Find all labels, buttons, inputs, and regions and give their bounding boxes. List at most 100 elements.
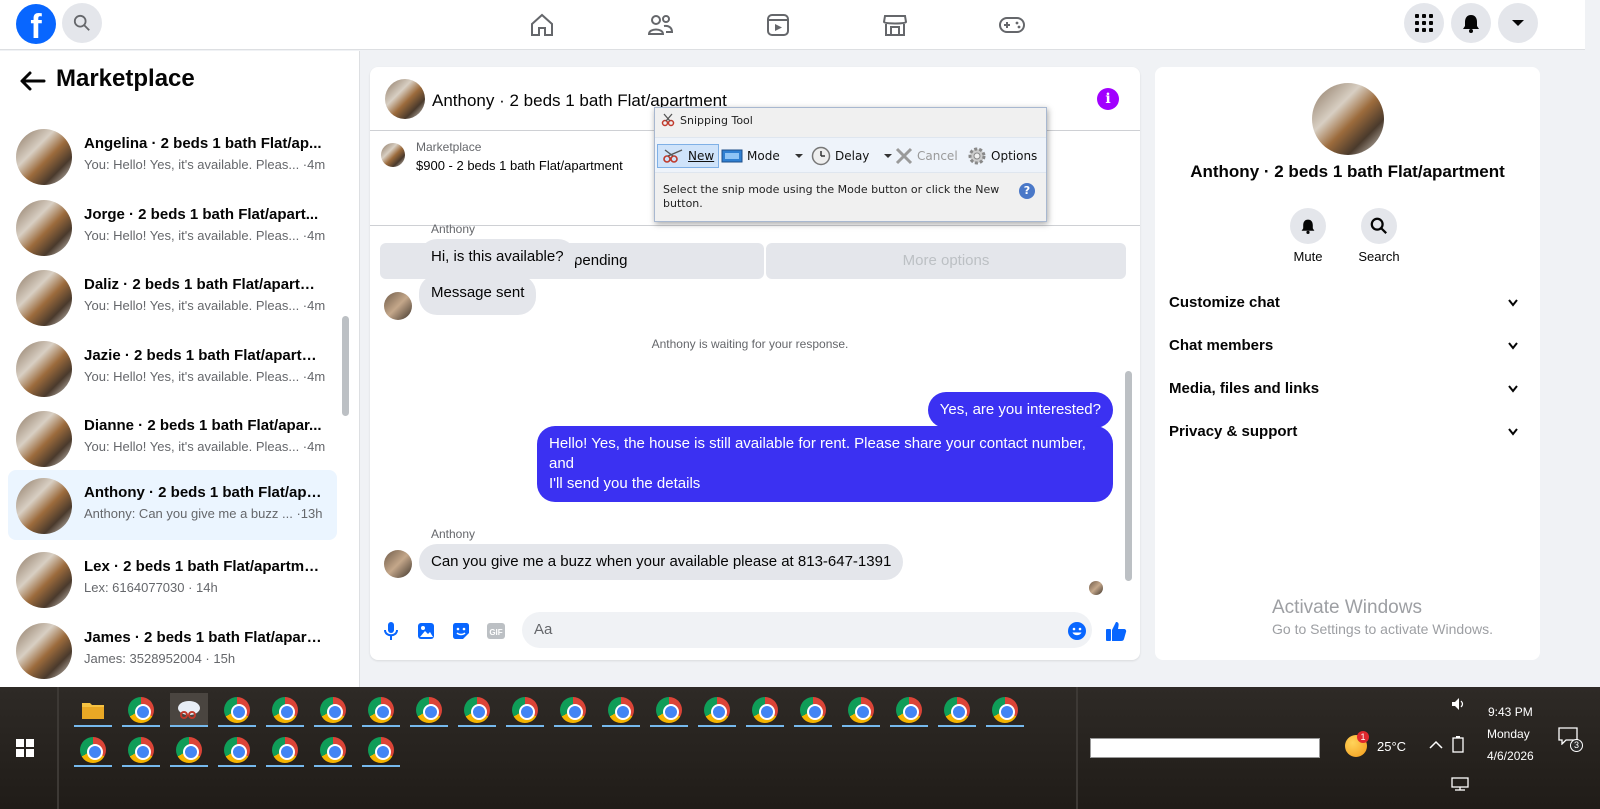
info-icon[interactable]: i bbox=[1097, 88, 1119, 110]
conversation-item[interactable]: Angelina · 2 beds 1 bath Flat/ap... You:… bbox=[8, 121, 337, 191]
chrome-icon bbox=[896, 697, 922, 723]
clock-time[interactable]: 9:43 PM bbox=[1488, 705, 1533, 719]
gear-icon bbox=[968, 147, 986, 165]
chrome-taskbar-button[interactable] bbox=[314, 693, 352, 727]
scrollbar-thumb[interactable] bbox=[1125, 371, 1132, 581]
search-button[interactable] bbox=[62, 3, 102, 43]
like-button[interactable] bbox=[1105, 620, 1127, 642]
listing-title[interactable]: $900 - 2 beds 1 bath Flat/apartment bbox=[416, 158, 623, 173]
message-input[interactable]: Aa bbox=[522, 612, 1092, 648]
options-button[interactable]: Options bbox=[967, 144, 1037, 168]
message-incoming: Can you give me a buzz when your availab… bbox=[419, 544, 904, 580]
chrome-taskbar-button[interactable] bbox=[266, 693, 304, 727]
photo-button[interactable] bbox=[415, 620, 437, 642]
avatar[interactable] bbox=[385, 79, 425, 119]
more-options-button[interactable]: More options bbox=[766, 243, 1126, 279]
new-snip-button[interactable]: New bbox=[657, 144, 720, 168]
gif-button[interactable]: GIF bbox=[485, 620, 507, 642]
chrome-taskbar-button[interactable] bbox=[842, 693, 880, 727]
gaming-tab[interactable] bbox=[997, 10, 1027, 40]
running-indicator bbox=[938, 725, 976, 727]
battery-icon[interactable] bbox=[1451, 735, 1465, 753]
notifications-button[interactable] bbox=[1451, 3, 1491, 43]
chrome-taskbar-button[interactable] bbox=[554, 693, 592, 727]
chrome-taskbar-button[interactable] bbox=[122, 733, 160, 767]
conversation-item[interactable]: James · 2 beds 1 bath Flat/apart... Jame… bbox=[8, 615, 337, 685]
account-button[interactable] bbox=[1498, 3, 1538, 43]
message-incoming: Hi, is this available? bbox=[419, 239, 576, 275]
chrome-taskbar-button[interactable] bbox=[890, 693, 928, 727]
mute-button[interactable] bbox=[1290, 208, 1326, 244]
chrome-taskbar-button[interactable] bbox=[506, 693, 544, 727]
menu-button[interactable] bbox=[1404, 3, 1444, 43]
sender-avatar[interactable] bbox=[384, 550, 412, 578]
back-arrow-icon[interactable] bbox=[18, 69, 46, 93]
delay-button[interactable]: Delay bbox=[811, 144, 893, 168]
chrome-taskbar-button[interactable] bbox=[650, 693, 688, 727]
taskbar-search-box[interactable] bbox=[1090, 738, 1320, 758]
conversation-item[interactable]: Lex · 2 beds 1 bath Flat/apartment Lex: … bbox=[8, 544, 337, 614]
weather-temperature[interactable]: 25°C bbox=[1377, 739, 1406, 754]
sender-avatar[interactable] bbox=[384, 292, 412, 320]
options-label: Options bbox=[991, 149, 1038, 163]
chrome-taskbar-button[interactable] bbox=[218, 693, 256, 727]
chrome-taskbar-button[interactable] bbox=[602, 693, 640, 727]
profile-avatar[interactable] bbox=[1312, 83, 1384, 155]
media-files-links-section[interactable]: Media, files and links bbox=[1169, 369, 1525, 409]
scrollbar-thumb[interactable] bbox=[342, 316, 349, 416]
privacy-support-section[interactable]: Privacy & support bbox=[1169, 412, 1525, 452]
chat-scrollbar[interactable] bbox=[1121, 227, 1135, 597]
listing-thumbnail[interactable] bbox=[381, 143, 405, 167]
chrome-taskbar-button[interactable] bbox=[410, 693, 448, 727]
profile-badge-icon bbox=[762, 707, 774, 719]
clock-date[interactable]: 4/6/2026 bbox=[1487, 749, 1534, 763]
speaker-icon[interactable] bbox=[1451, 697, 1467, 711]
cancel-button[interactable]: Cancel bbox=[895, 144, 958, 168]
profile-badge-icon bbox=[330, 707, 342, 719]
file-explorer-button[interactable] bbox=[74, 693, 112, 727]
conversation-item[interactable]: Dianne · 2 beds 1 bath Flat/apar... You:… bbox=[8, 403, 337, 473]
snipping-tool-window[interactable]: Snipping Tool New Mode Delay Cancel Opti… bbox=[654, 107, 1047, 222]
conversation-list-scrollbar[interactable] bbox=[340, 101, 350, 667]
mode-button[interactable]: Mode bbox=[721, 144, 804, 168]
emoji-button[interactable] bbox=[1066, 620, 1088, 642]
chrome-taskbar-button[interactable] bbox=[362, 733, 400, 767]
snipping-tool-taskbar-button[interactable] bbox=[170, 693, 208, 727]
conversation-item[interactable]: Daliz · 2 beds 1 bath Flat/apartm... You… bbox=[8, 262, 337, 332]
chrome-taskbar-button[interactable] bbox=[458, 693, 496, 727]
chrome-taskbar-button[interactable] bbox=[218, 733, 256, 767]
profile-badge-icon bbox=[522, 707, 534, 719]
chrome-taskbar-button[interactable] bbox=[938, 693, 976, 727]
windows-start-icon[interactable] bbox=[16, 739, 34, 757]
chevron-up-icon[interactable] bbox=[1429, 740, 1443, 750]
section-label: Privacy & support bbox=[1169, 423, 1298, 440]
chrome-taskbar-button[interactable] bbox=[698, 693, 736, 727]
network-icon[interactable] bbox=[1451, 777, 1469, 791]
home-tab[interactable] bbox=[527, 10, 557, 40]
watch-tab[interactable] bbox=[763, 10, 793, 40]
facebook-logo[interactable]: f bbox=[16, 4, 56, 44]
clock-day[interactable]: Monday bbox=[1487, 727, 1530, 741]
voice-clip-button[interactable] bbox=[380, 620, 402, 642]
chrome-taskbar-button[interactable] bbox=[170, 733, 208, 767]
marketplace-tab[interactable] bbox=[880, 10, 910, 40]
chat-members-section[interactable]: Chat members bbox=[1169, 326, 1525, 366]
chrome-taskbar-button[interactable] bbox=[746, 693, 784, 727]
page-scrollbar[interactable] bbox=[1585, 0, 1600, 687]
customize-chat-section[interactable]: Customize chat bbox=[1169, 283, 1525, 323]
sticker-button[interactable] bbox=[450, 620, 472, 642]
snipping-tool-titlebar[interactable]: Snipping Tool bbox=[661, 113, 753, 127]
conversation-item-active[interactable]: Anthony · 2 beds 1 bath Flat/apa... Anth… bbox=[8, 470, 337, 540]
chrome-taskbar-button[interactable] bbox=[122, 693, 160, 727]
chrome-taskbar-button[interactable] bbox=[74, 733, 112, 767]
chrome-taskbar-button[interactable] bbox=[986, 693, 1024, 727]
chrome-taskbar-button[interactable] bbox=[794, 693, 832, 727]
conversation-item[interactable]: Jazie · 2 beds 1 bath Flat/apartm... You… bbox=[8, 333, 337, 403]
help-icon[interactable]: ? bbox=[1019, 183, 1035, 199]
chrome-taskbar-button[interactable] bbox=[266, 733, 304, 767]
search-in-chat-button[interactable] bbox=[1361, 208, 1397, 244]
chrome-taskbar-button[interactable] bbox=[314, 733, 352, 767]
conversation-item[interactable]: Jorge · 2 beds 1 bath Flat/apart... You:… bbox=[8, 192, 337, 262]
friends-tab[interactable] bbox=[645, 10, 675, 40]
chrome-taskbar-button[interactable] bbox=[362, 693, 400, 727]
